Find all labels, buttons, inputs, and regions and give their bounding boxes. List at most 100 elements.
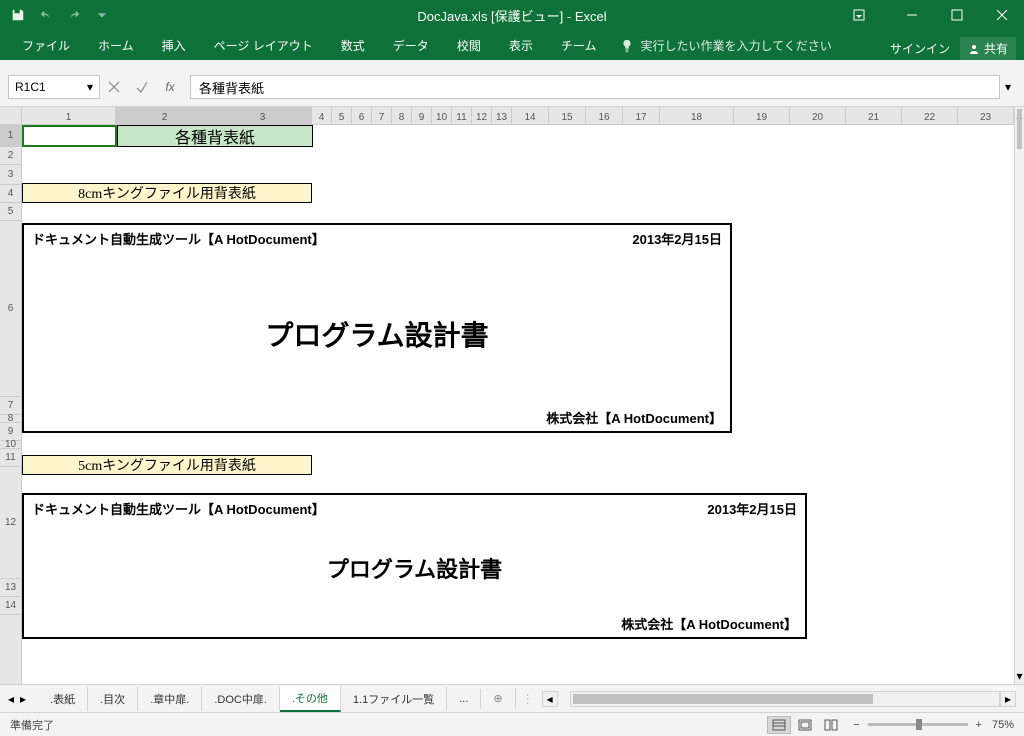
tab-prev-icon[interactable]: ◂ — [8, 692, 14, 706]
col-header[interactable]: 1 — [22, 107, 116, 124]
doc-date-label: 2013年2月15日 — [707, 499, 797, 518]
doc-tool-label: ドキュメント自動生成ツール【A HotDocument】 — [32, 229, 325, 248]
doc-big-title: プログラム設計書 — [24, 314, 730, 354]
tab-next-icon[interactable]: ▸ — [20, 692, 26, 706]
scroll-thumb[interactable] — [1017, 109, 1022, 149]
sheet-tab[interactable]: 1.1ファイル一覧 — [341, 687, 447, 711]
minimize-button[interactable] — [889, 0, 934, 30]
maximize-button[interactable] — [934, 0, 979, 30]
tab-home[interactable]: ホーム — [84, 31, 148, 60]
name-box[interactable]: R1C1 ▾ — [8, 75, 100, 99]
chevron-down-icon[interactable]: ▾ — [87, 80, 93, 94]
signin-link[interactable]: サインイン — [890, 40, 950, 57]
save-icon[interactable] — [10, 7, 26, 23]
zoom-out-icon[interactable]: − — [853, 719, 859, 731]
ribbon-options-icon[interactable] — [836, 0, 881, 30]
col-header[interactable]: 20 — [790, 107, 846, 124]
row-header[interactable]: 6 — [0, 221, 21, 397]
cancel-formula-button[interactable] — [100, 75, 128, 99]
zoom-thumb[interactable] — [916, 719, 922, 730]
scroll-down-icon[interactable]: ▾ — [1015, 668, 1024, 684]
col-header[interactable]: 21 — [846, 107, 902, 124]
col-header[interactable]: 12 — [472, 107, 492, 124]
row-header[interactable]: 4 — [0, 185, 21, 203]
formula-expand-icon[interactable]: ▾ — [1000, 80, 1016, 94]
tab-review[interactable]: 校閲 — [443, 31, 495, 60]
hscroll-left-icon[interactable]: ◂ — [542, 691, 558, 707]
tab-divider: ⋮ — [522, 692, 534, 706]
qa-dropdown-icon[interactable] — [94, 7, 110, 23]
col-header[interactable]: 18 — [660, 107, 734, 124]
row-header[interactable]: 3 — [0, 165, 21, 185]
formula-input[interactable]: 各種背表紙 — [190, 75, 1000, 99]
zoom-level[interactable]: 75% — [992, 719, 1014, 731]
col-header[interactable]: 7 — [372, 107, 392, 124]
tab-insert[interactable]: 挿入 — [148, 31, 200, 60]
col-header[interactable]: 11 — [452, 107, 472, 124]
tab-team[interactable]: チーム — [547, 31, 611, 60]
row-header[interactable]: 11 — [0, 449, 21, 467]
col-header[interactable]: 13 — [492, 107, 512, 124]
view-pagebreak-button[interactable] — [819, 716, 843, 734]
vertical-scrollbar[interactable]: ▴ ▾ — [1014, 107, 1024, 684]
col-header[interactable]: 5 — [332, 107, 352, 124]
zoom-slider[interactable]: − + — [853, 719, 982, 731]
doc-company-label: 株式会社【A HotDocument】 — [546, 408, 722, 427]
row-header[interactable]: 12 — [0, 467, 21, 579]
sheet-tab[interactable]: .章中扉. — [138, 687, 202, 711]
sheet-tab[interactable]: .目次 — [88, 687, 138, 711]
add-sheet-button[interactable]: ⊕ — [481, 688, 515, 709]
accept-formula-button[interactable] — [128, 75, 156, 99]
sheet-tab[interactable]: .DOC中扉. — [202, 687, 280, 711]
col-header[interactable]: 14 — [512, 107, 549, 124]
col-header[interactable]: 19 — [734, 107, 790, 124]
insert-function-button[interactable]: fx — [156, 75, 184, 99]
col-header[interactable]: 17 — [623, 107, 660, 124]
row-header[interactable]: 2 — [0, 147, 21, 165]
tab-data[interactable]: データ — [379, 31, 443, 60]
select-all-cell[interactable] — [0, 107, 22, 125]
status-bar: 準備完了 − + 75% — [0, 712, 1024, 736]
col-header[interactable]: 2 — [116, 107, 214, 124]
redo-icon[interactable] — [66, 7, 82, 23]
row-header[interactable]: 8 — [0, 415, 21, 423]
sheet-tab-active[interactable]: .その他 — [280, 686, 341, 712]
doc-box-a: ドキュメント自動生成ツール【A HotDocument】 2013年2月15日 … — [22, 223, 732, 433]
col-header[interactable]: 10 — [432, 107, 452, 124]
col-header[interactable]: 16 — [586, 107, 623, 124]
undo-icon[interactable] — [38, 7, 54, 23]
title-bar: DocJava.xls [保護ビュー] - Excel — [0, 0, 1024, 30]
sheet-tab-bar: ◂ ▸ .表紙 .目次 .章中扉. .DOC中扉. .その他 1.1ファイル一覧… — [0, 684, 1024, 712]
col-header[interactable]: 3 — [214, 107, 312, 124]
col-header[interactable]: 22 — [902, 107, 958, 124]
tab-formulas[interactable]: 数式 — [327, 31, 379, 60]
row-header[interactable]: 5 — [0, 203, 21, 221]
row-header[interactable]: 10 — [0, 441, 21, 449]
scroll-thumb[interactable] — [573, 694, 873, 704]
tab-view[interactable]: 表示 — [495, 31, 547, 60]
col-header[interactable]: 23 — [958, 107, 1014, 124]
row-header[interactable]: 13 — [0, 579, 21, 597]
row-header[interactable]: 14 — [0, 597, 21, 615]
hscroll-right-icon[interactable]: ▸ — [1000, 691, 1016, 707]
col-header[interactable]: 4 — [312, 107, 332, 124]
col-header[interactable]: 9 — [412, 107, 432, 124]
share-button[interactable]: 共有 — [960, 37, 1016, 60]
col-header[interactable]: 8 — [392, 107, 412, 124]
col-header[interactable]: 6 — [352, 107, 372, 124]
horizontal-scrollbar[interactable] — [570, 691, 1000, 707]
sheet-tab-more[interactable]: ... — [447, 689, 481, 709]
doc-date-label: 2013年2月15日 — [632, 229, 722, 248]
section-b-cell: 5cmキングファイル用背表紙 — [22, 455, 312, 475]
cells-grid[interactable]: 各種背表紙 8cmキングファイル用背表紙 ドキュメント自動生成ツール【A Hot… — [22, 125, 1014, 684]
view-pagelayout-button[interactable] — [793, 716, 817, 734]
close-button[interactable] — [979, 0, 1024, 30]
col-header[interactable]: 15 — [549, 107, 586, 124]
row-header[interactable]: 1 — [0, 125, 21, 147]
sheet-tab[interactable]: .表紙 — [38, 687, 88, 711]
zoom-in-icon[interactable]: + — [976, 719, 982, 731]
tellme-search[interactable]: 実行したい作業を入力してください — [610, 31, 841, 60]
tab-file[interactable]: ファイル — [8, 31, 84, 60]
tab-pagelayout[interactable]: ページ レイアウト — [200, 31, 327, 60]
view-normal-button[interactable] — [767, 716, 791, 734]
